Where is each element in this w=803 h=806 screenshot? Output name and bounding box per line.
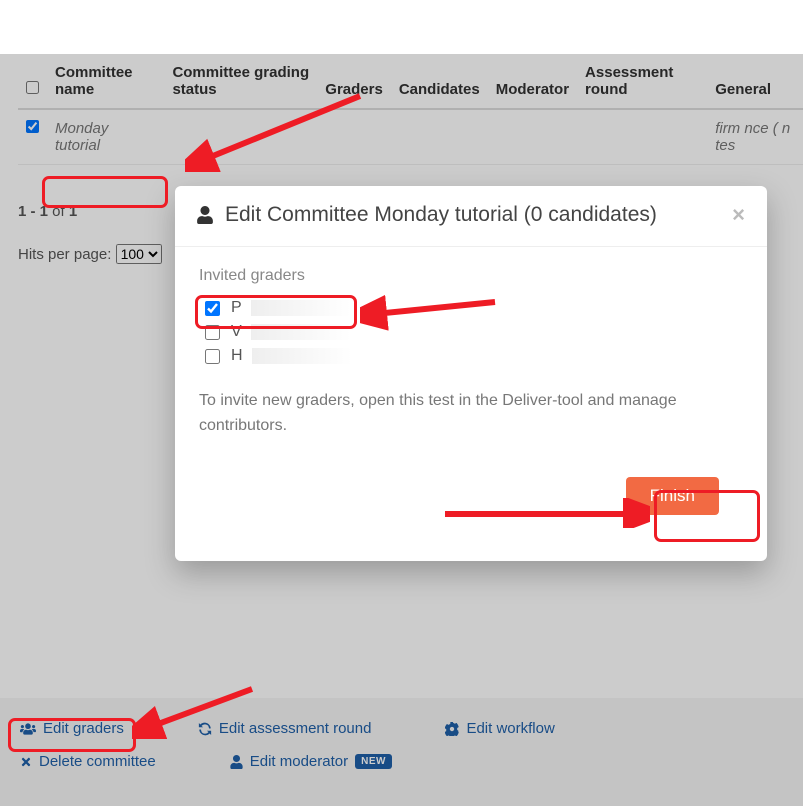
modal-title: Edit Committee Monday tutorial (0 candid… [225,203,732,227]
user-icon [230,755,243,769]
header-moderator[interactable]: Moderator [488,54,577,109]
row-checkbox-cell [18,109,47,165]
new-badge: NEW [355,754,392,769]
grader-checkbox[interactable] [205,325,220,340]
invited-graders-heading: Invited graders [199,267,743,285]
select-all-checkbox[interactable] [26,81,39,94]
header-grading-status[interactable]: Committee grading status [164,54,317,109]
cell-graders [317,109,391,165]
cell-grading-status [164,109,317,165]
grader-list: P V H [205,299,743,365]
gear-icon [445,722,459,736]
header-graders[interactable]: Graders [317,54,391,109]
grader-item[interactable]: V [205,323,743,341]
header-committee-name[interactable]: Committee name [47,54,164,109]
edit-graders-link[interactable]: Edit graders [20,720,124,737]
grader-initial: V [231,323,242,341]
pager-range: 1 - 1 [18,203,48,220]
edit-assessment-round-label: Edit assessment round [219,720,372,737]
delete-committee-label: Delete committee [39,753,156,770]
grader-initial: H [231,347,243,365]
page-root: Committee name Committee grading status … [0,54,803,806]
cell-assessment-round [577,109,707,165]
cell-committee-name: Monday tutorial [47,109,164,165]
modal-note: To invite new graders, open this test in… [199,389,679,439]
grader-initial: P [231,299,242,317]
delete-committee-link[interactable]: Delete committee [20,753,156,770]
committee-table: Committee name Committee grading status … [18,54,803,165]
grader-name-redacted [251,324,351,340]
header-checkbox-cell [18,54,47,109]
user-icon [197,206,213,224]
header-candidates[interactable]: Candidates [391,54,488,109]
grader-name-redacted [251,300,351,316]
edit-committee-modal: Edit Committee Monday tutorial (0 candid… [175,186,767,561]
grader-checkbox[interactable] [205,301,220,316]
edit-moderator-label: Edit moderator [250,753,348,770]
cell-candidates [391,109,488,165]
action-bar: Edit graders Edit assessment round Edit … [0,698,803,806]
users-icon [20,722,36,736]
modal-footer: Finish [199,477,743,537]
finish-button[interactable]: Finish [626,477,719,515]
edit-workflow-label: Edit workflow [466,720,554,737]
grader-item[interactable]: P [205,299,743,317]
action-row-2: Delete committee Edit moderator NEW [20,753,803,770]
close-icon [20,756,32,768]
modal-header: Edit Committee Monday tutorial (0 candid… [175,186,767,247]
hits-label: Hits per page: [18,246,116,263]
hits-select[interactable]: 100 [116,244,162,264]
cell-moderator [488,109,577,165]
refresh-icon [198,722,212,736]
row-select-checkbox[interactable] [26,120,39,133]
header-assessment-round[interactable]: Assessment round [577,54,707,109]
modal-close-button[interactable]: × [732,202,745,228]
edit-assessment-round-link[interactable]: Edit assessment round [198,720,372,737]
cell-general: firm nce ( n tes [707,109,803,165]
grader-checkbox[interactable] [205,349,220,364]
edit-moderator-link[interactable]: Edit moderator NEW [230,753,392,770]
edit-graders-label: Edit graders [43,720,124,737]
header-general[interactable]: General [707,54,803,109]
action-row-1: Edit graders Edit assessment round Edit … [20,720,803,737]
table-row[interactable]: Monday tutorial firm nce ( n tes [18,109,803,165]
edit-workflow-link[interactable]: Edit workflow [445,720,554,737]
pager-total: 1 [69,203,77,220]
grader-name-redacted [252,348,352,364]
modal-body: Invited graders P V H To invit [175,247,767,561]
grader-item[interactable]: H [205,347,743,365]
